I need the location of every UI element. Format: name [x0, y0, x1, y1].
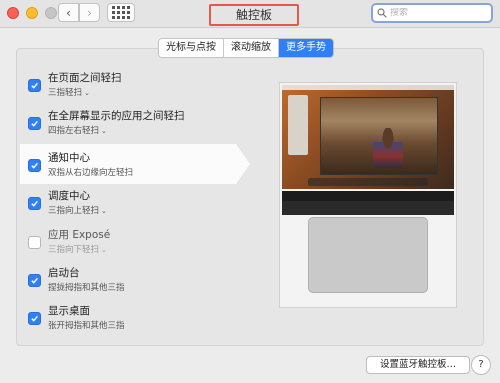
tab-more-gestures[interactable]: 更多手势 [279, 39, 333, 57]
back-button[interactable]: ‹ [58, 3, 79, 22]
preview-person-image [373, 128, 403, 168]
option-title: 显示桌面 [48, 305, 90, 317]
preview-sidebar-window [288, 95, 308, 155]
checkmark-icon [31, 277, 38, 284]
tab-point-and-click[interactable]: 光标与点按 [159, 39, 224, 57]
chevron-right-icon: › [87, 5, 92, 20]
minimize-window-button[interactable] [26, 7, 38, 19]
selection-pointer [236, 144, 250, 184]
gesture-preview [279, 82, 457, 308]
checkbox-notification-center[interactable] [28, 159, 41, 172]
preview-dock [308, 178, 428, 186]
option-title: 调度中心 [48, 190, 90, 202]
title-bar: ‹ › 触控板 [0, 0, 500, 28]
checkmark-icon [31, 82, 38, 89]
chevron-down-icon: ⌄ [101, 127, 107, 135]
option-title: 应用 Exposé [48, 229, 111, 241]
option-gesture-dropdown[interactable]: 三指向上轻扫 ⌄ [48, 204, 107, 216]
checkmark-icon [31, 315, 38, 322]
preview-screen [282, 85, 454, 189]
option-gesture-label: 三指轻扫 [48, 88, 83, 98]
checkbox-mission-control[interactable] [28, 197, 41, 210]
show-all-preferences-button[interactable] [107, 3, 135, 22]
tab-scroll-and-zoom[interactable]: 滚动缩放 [224, 39, 279, 57]
preview-menubar [282, 85, 454, 90]
checkbox-swipe-fullscreen-apps[interactable] [28, 117, 41, 130]
checkmark-icon [31, 200, 38, 207]
option-title: 启动台 [48, 267, 80, 279]
option-gesture-dropdown[interactable]: 四指左右轻扫 ⌄ [48, 124, 107, 136]
checkbox-app-expose[interactable] [28, 236, 41, 249]
search-icon [377, 8, 387, 18]
option-gesture-label: 三指向上轻扫 [48, 206, 100, 216]
option-title: 通知中心 [48, 152, 90, 164]
checkbox-show-desktop[interactable] [28, 312, 41, 325]
preview-keyboard [282, 201, 454, 215]
checkmark-icon [31, 120, 38, 127]
search-field[interactable] [371, 3, 493, 23]
help-button[interactable]: ? [471, 355, 491, 375]
search-input[interactable] [390, 8, 480, 18]
chevron-left-icon: ‹ [66, 5, 71, 20]
option-gesture-label: 张开拇指和其他三指 [48, 321, 125, 331]
tab-bar: 光标与点按 滚动缩放 更多手势 [158, 38, 334, 58]
preview-photo-window [320, 97, 438, 175]
checkbox-launchpad[interactable] [28, 274, 41, 287]
checkbox-swipe-pages[interactable] [28, 79, 41, 92]
option-gesture-label: 捏拢拇指和其他三指 [48, 283, 125, 293]
chevron-down-icon: ⌄ [101, 207, 107, 215]
option-title: 在全屏幕显示的应用之间轻扫 [48, 110, 185, 122]
preview-trackpad [308, 217, 428, 293]
option-gesture-dropdown[interactable]: 三指向下轻扫 ⌄ [48, 243, 107, 255]
option-gesture-label: 四指左右轻扫 [48, 126, 100, 136]
close-window-button[interactable] [7, 7, 19, 19]
option-gesture-label: 三指向下轻扫 [48, 245, 100, 255]
forward-button[interactable]: › [79, 3, 100, 22]
chevron-down-icon: ⌄ [101, 246, 107, 254]
checkmark-icon [31, 162, 38, 169]
setup-bluetooth-trackpad-button[interactable]: 设置蓝牙触控板… [366, 356, 470, 374]
chevron-down-icon: ⌄ [84, 89, 90, 97]
window-title: 触控板 [209, 4, 299, 26]
option-title: 在页面之间轻扫 [48, 72, 122, 84]
option-gesture-dropdown[interactable]: 三指轻扫 ⌄ [48, 86, 90, 98]
preview-touchbar [282, 191, 454, 201]
zoom-window-button[interactable] [45, 7, 57, 19]
option-gesture-label: 双指从右边缘向左轻扫 [48, 168, 134, 178]
